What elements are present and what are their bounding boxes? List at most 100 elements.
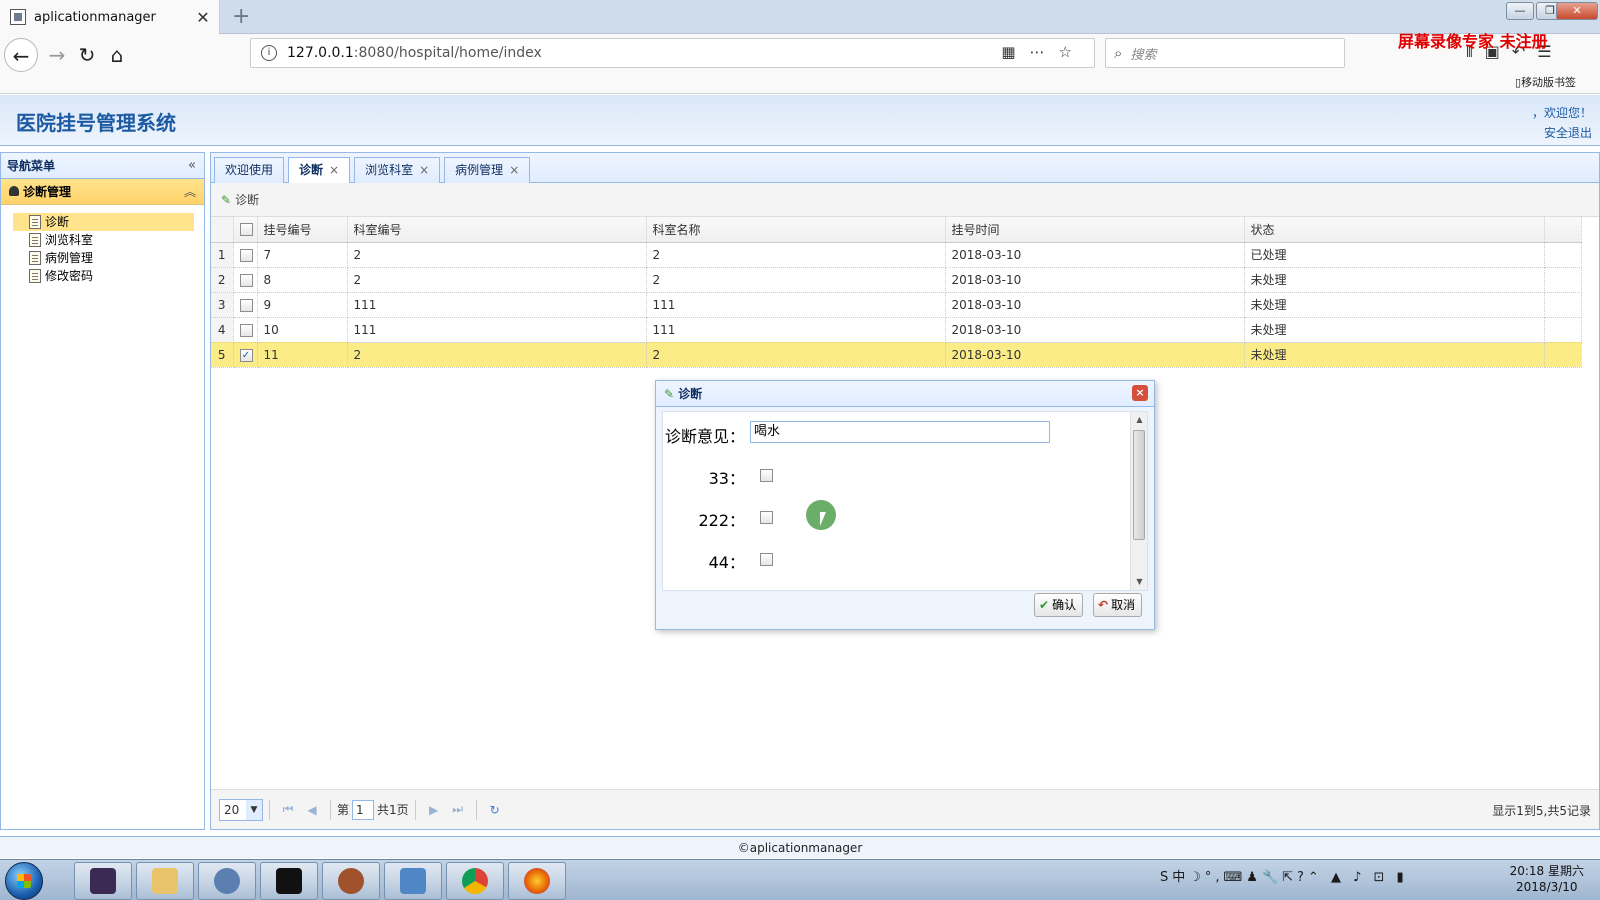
new-tab-icon[interactable]: +	[232, 4, 250, 29]
column-header[interactable]: 科室名称	[646, 217, 946, 243]
page-size-select[interactable]: 20 ▼	[219, 798, 263, 821]
nav-item-browse-dept[interactable]: 浏览科室	[13, 231, 194, 249]
cell-status: 未处理	[1244, 292, 1545, 318]
minimize-icon[interactable]: —	[1506, 2, 1534, 20]
prev-page-icon[interactable]: ◀	[300, 803, 324, 817]
browser-tab[interactable]: aplicationmanager ✕	[0, 0, 220, 34]
checkbox-icon	[239, 273, 253, 287]
search-input[interactable]: ⌕ 搜索	[1105, 38, 1345, 68]
cell-filler	[1544, 317, 1582, 343]
tab-label: 病例管理	[455, 163, 504, 177]
row-checkbox[interactable]	[233, 317, 258, 343]
check-icon: ✔	[1039, 598, 1050, 612]
cell-reg-time: 2018-03-10	[945, 317, 1245, 343]
taskbar-firefox-icon[interactable]	[508, 862, 566, 900]
taskbar-screenshot-icon[interactable]	[384, 862, 442, 900]
nav-item-case-management[interactable]: 病例管理	[13, 249, 194, 267]
url-actions-icons[interactable]: ▦⋯☆	[1001, 43, 1086, 61]
system-clock[interactable]: 20:18 星期六 2018/3/10	[1510, 863, 1584, 895]
url-host: 127.0.0.1	[287, 45, 354, 61]
option-checkbox[interactable]	[760, 553, 773, 566]
taskbar-tomcat-icon[interactable]	[322, 862, 380, 900]
clock-date: 2018/3/10	[1516, 880, 1578, 894]
system-tray-icons[interactable]: S中☽°,⌨♟🔧⇱?⌃ ▲ ♪ ⊡ ▮	[1160, 866, 1408, 885]
cell-filler	[1544, 292, 1582, 318]
tab-browse-dept[interactable]: 浏览科室 ×	[354, 157, 441, 183]
next-page-icon[interactable]: ▶	[422, 803, 446, 817]
taskbar-explorer-icon[interactable]	[136, 862, 194, 900]
last-page-icon[interactable]: ⏭	[446, 802, 470, 817]
first-page-icon[interactable]: ⏮	[276, 802, 300, 817]
file-icon	[29, 233, 41, 247]
tab-close-icon[interactable]: ×	[329, 163, 339, 177]
cancel-button[interactable]: ↶ 取消	[1093, 593, 1143, 617]
tab-case-management[interactable]: 病例管理 ×	[444, 157, 531, 183]
grid-toolbar: ✎ 诊断	[211, 183, 1599, 217]
opinion-input[interactable]: 喝水	[750, 421, 1050, 443]
taskbar-chrome-icon[interactable]	[446, 862, 504, 900]
scroll-up-icon[interactable]: ▲	[1131, 412, 1147, 428]
url-bar[interactable]: i 127.0.0.1:8080/hospital/home/index ▦⋯☆	[250, 38, 1095, 68]
column-header[interactable]: 挂号时间	[945, 217, 1245, 243]
tab-diagnose[interactable]: 诊断 ×	[288, 157, 351, 183]
row-checkbox[interactable]	[233, 267, 258, 293]
refresh-icon[interactable]: ↻	[483, 803, 507, 817]
table-row-selected[interactable]: 5 ✓ 11 2 2 2018-03-10 未处理	[211, 342, 1582, 368]
forward-arrow-icon[interactable]: →	[40, 38, 74, 72]
tab-close-icon[interactable]: ×	[509, 163, 519, 177]
home-icon[interactable]: ⌂	[100, 38, 134, 72]
diagnose-button[interactable]: ✎ 诊断	[221, 193, 259, 207]
table-row[interactable]: 2 8 2 2 2018-03-10 未处理	[211, 267, 1582, 293]
select-all-checkbox[interactable]	[233, 217, 258, 243]
registration-grid: 挂号编号 科室编号 科室名称 挂号时间 状态 1 7 2 2 2018-03-1…	[211, 217, 1582, 368]
checkbox-icon	[239, 223, 253, 237]
site-info-icon[interactable]: i	[261, 45, 277, 61]
tab-close-icon[interactable]: ×	[419, 163, 429, 177]
cancel-button-label: 取消	[1111, 598, 1136, 612]
taskbar-eclipse-icon[interactable]	[74, 862, 132, 900]
nav-group-diagnosis[interactable]: 诊断管理 ︽	[1, 179, 204, 205]
dialog-close-icon[interactable]: ×	[1132, 385, 1148, 401]
tab-welcome[interactable]: 欢迎使用	[214, 157, 285, 183]
cell-status: 已处理	[1244, 242, 1545, 268]
scroll-down-icon[interactable]: ▼	[1131, 574, 1147, 590]
start-button-icon[interactable]	[5, 862, 43, 900]
option-checkbox[interactable]	[760, 469, 773, 482]
folder-icon	[152, 868, 178, 894]
dialog-header[interactable]: ✎ 诊断 ×	[656, 381, 1154, 407]
grid-header-row: 挂号编号 科室编号 科室名称 挂号时间 状态	[211, 217, 1582, 243]
row-checkbox[interactable]	[233, 242, 258, 268]
url-path: :8080/hospital/home/index	[353, 45, 542, 61]
chevron-down-icon[interactable]: ▼	[246, 799, 262, 820]
option-checkbox[interactable]	[760, 511, 773, 524]
page-number-input[interactable]: 1	[352, 799, 375, 820]
window-close-icon[interactable]: ✕	[1556, 2, 1598, 20]
chevron-up-icon[interactable]: ︽	[184, 179, 196, 205]
collapse-left-icon[interactable]: «	[188, 153, 196, 179]
logout-link[interactable]: 安全退出	[1532, 123, 1592, 143]
table-row[interactable]: 1 7 2 2 2018-03-10 已处理	[211, 242, 1582, 268]
mouse-cursor-icon	[820, 512, 826, 526]
column-header[interactable]: 科室编号	[347, 217, 647, 243]
confirm-button[interactable]: ✔ 确认	[1034, 593, 1084, 617]
table-row[interactable]: 3 9 111 111 2018-03-10 未处理	[211, 292, 1582, 318]
nav-item-change-password[interactable]: 修改密码	[13, 267, 194, 285]
row-checkbox[interactable]	[233, 292, 258, 318]
table-row[interactable]: 4 10 111 111 2018-03-10 未处理	[211, 317, 1582, 343]
reload-icon[interactable]: ↻	[70, 38, 104, 72]
tab-close-icon[interactable]: ✕	[193, 8, 213, 27]
undo-icon: ↶	[1098, 598, 1109, 612]
user-icon	[9, 186, 19, 196]
back-arrow-icon[interactable]: ←	[4, 38, 38, 72]
taskbar-cmd-icon[interactable]	[260, 862, 318, 900]
nav-item-diagnose[interactable]: 诊断	[13, 213, 194, 231]
mobile-bookmarks-label: 移动版书签	[1521, 76, 1577, 89]
row-checkbox[interactable]: ✓	[233, 342, 258, 368]
dialog-scrollbar[interactable]: ▲ ▼	[1130, 412, 1147, 590]
scroll-thumb[interactable]	[1133, 430, 1145, 540]
nav-item-label: 浏览科室	[45, 233, 94, 247]
mobile-bookmarks[interactable]: ▯移动版书签	[1515, 74, 1576, 90]
column-header[interactable]: 挂号编号	[257, 217, 348, 243]
column-header[interactable]: 状态	[1244, 217, 1545, 243]
taskbar-mysql-icon[interactable]	[198, 862, 256, 900]
